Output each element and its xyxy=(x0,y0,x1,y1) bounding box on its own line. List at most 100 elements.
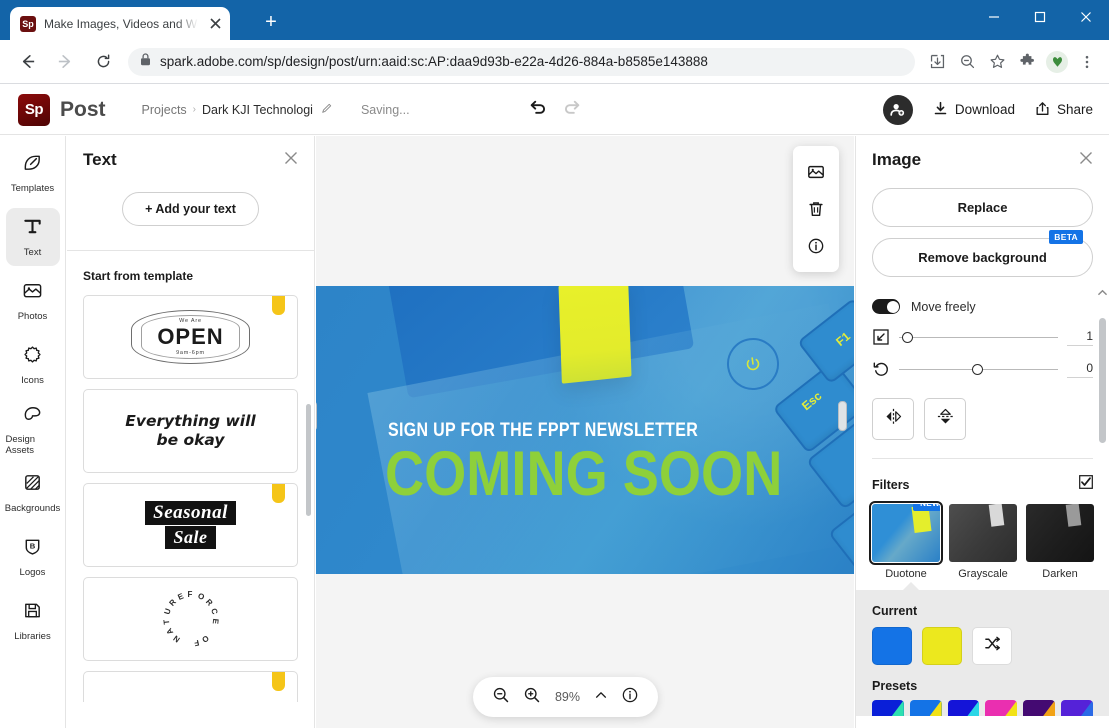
address-bar[interactable]: spark.adobe.com/sp/design/post/urn:aaid:… xyxy=(128,47,915,76)
rotation-slider-value[interactable]: 0 xyxy=(1067,361,1093,378)
window-controls xyxy=(971,0,1109,33)
sidebar-item-libraries[interactable]: Libraries xyxy=(6,592,60,650)
list-item[interactable]: We Are OPEN 9am-6pm xyxy=(83,295,298,379)
flip-vertical-button[interactable] xyxy=(924,398,966,440)
browser-toolbar-actions xyxy=(923,48,1101,76)
template-circle-char: O xyxy=(199,633,210,645)
tab-close-icon[interactable] xyxy=(206,15,224,33)
duotone-preset[interactable] xyxy=(1023,700,1056,716)
close-icon[interactable] xyxy=(1079,151,1093,169)
text-panel-header: Text xyxy=(67,136,314,170)
duotone-highlight-swatch[interactable] xyxy=(922,627,962,665)
list-item[interactable]: FORCEOFNATURE xyxy=(83,577,298,661)
design-subheadline[interactable]: COMING SOON xyxy=(385,443,782,506)
list-item[interactable]: made with all xyxy=(83,671,298,702)
filter-darken[interactable]: Darken xyxy=(1026,504,1094,580)
rotation-slider-knob[interactable] xyxy=(972,364,984,375)
filters-list: NEW Duotone Grayscale Darken xyxy=(868,500,1094,580)
flip-horizontal-button[interactable] xyxy=(872,398,914,440)
breadcrumb-current-project[interactable]: Dark KJI Technologi xyxy=(202,103,313,117)
checkbox-checked-icon[interactable] xyxy=(1079,475,1093,494)
window-close-button[interactable] xyxy=(1063,0,1109,33)
sidebar-item-backgrounds[interactable]: Backgrounds xyxy=(5,464,60,522)
template-circle-char: F xyxy=(187,590,193,599)
duotone-shadow-swatch[interactable] xyxy=(872,627,912,665)
share-button[interactable]: Share xyxy=(1035,101,1093,119)
close-icon[interactable] xyxy=(284,151,298,169)
premium-badge-icon xyxy=(272,296,285,315)
zoom-out-page-icon[interactable] xyxy=(953,48,981,76)
reload-icon[interactable] xyxy=(88,47,118,77)
template-circle-char: O xyxy=(195,591,206,603)
browser-tab[interactable]: Sp Make Images, Videos and Web S xyxy=(10,7,230,40)
scroll-up-arrow-icon[interactable] xyxy=(1098,288,1107,299)
window-maximize-button[interactable] xyxy=(1017,0,1063,33)
selection-handle-right[interactable] xyxy=(838,401,847,431)
filters-header: Filters xyxy=(872,459,1093,504)
extensions-puzzle-icon[interactable] xyxy=(1013,48,1041,76)
zoom-out-icon[interactable] xyxy=(492,686,510,709)
new-tab-button[interactable]: + xyxy=(258,9,284,35)
duotone-preset[interactable] xyxy=(947,700,980,716)
install-icon[interactable] xyxy=(923,48,951,76)
filter-duotone[interactable]: NEW Duotone xyxy=(868,500,944,580)
zoom-in-icon[interactable] xyxy=(523,686,541,709)
rotate-icon xyxy=(872,360,890,378)
zoom-level-value[interactable]: 89% xyxy=(555,690,580,704)
redo-icon[interactable] xyxy=(562,97,582,122)
info-icon[interactable] xyxy=(621,686,639,709)
profile-avatar-icon[interactable] xyxy=(1046,50,1068,73)
back-arrow-icon[interactable] xyxy=(12,47,42,77)
text-panel-scrollbar[interactable] xyxy=(306,404,311,516)
move-freely-toggle[interactable] xyxy=(872,299,900,314)
chevron-up-icon[interactable] xyxy=(594,688,608,707)
sidebar-label-photos: Photos xyxy=(17,311,48,322)
pencil-icon[interactable] xyxy=(321,102,333,117)
trash-icon[interactable] xyxy=(801,194,831,224)
artboard[interactable]: Esc F1 SIGN UP FOR THE FPPT NEWSLETTER C… xyxy=(316,286,854,574)
tab-strip: Sp Make Images, Videos and Web S xyxy=(0,0,230,40)
duotone-preset[interactable] xyxy=(909,700,942,716)
forward-arrow-icon[interactable] xyxy=(50,47,80,77)
rotation-slider-track[interactable] xyxy=(899,361,1058,377)
window-minimize-button[interactable] xyxy=(971,0,1017,33)
sidebar-item-design-assets[interactable]: Design Assets xyxy=(6,400,60,458)
add-your-text-button[interactable]: + Add your text xyxy=(122,192,259,226)
duotone-preset[interactable] xyxy=(985,700,1018,716)
sidebar-item-photos[interactable]: Photos xyxy=(6,272,60,330)
add-person-icon[interactable] xyxy=(882,94,913,125)
list-item[interactable]: Seasonal Sale xyxy=(83,483,298,567)
list-item[interactable]: Everything will be okay xyxy=(83,389,298,473)
breadcrumb-projects-link[interactable]: Projects xyxy=(142,103,187,117)
undo-icon[interactable] xyxy=(528,97,548,122)
scale-slider-knob[interactable] xyxy=(902,332,914,343)
sidebar-item-icons[interactable]: Icons xyxy=(6,336,60,394)
canvas-area[interactable]: Esc F1 SIGN UP FOR THE FPPT NEWSLETTER C… xyxy=(316,136,854,728)
duotone-swap-button[interactable] xyxy=(972,627,1012,665)
new-badge: NEW xyxy=(913,504,940,511)
image-panel-scrollbar[interactable] xyxy=(1099,318,1106,443)
sidebar-item-text[interactable]: Text xyxy=(5,208,60,266)
kebab-menu-icon[interactable] xyxy=(1073,48,1101,76)
duotone-preset[interactable] xyxy=(1061,700,1093,716)
download-button[interactable]: Download xyxy=(933,101,1015,119)
sidebar-label-icons: Icons xyxy=(21,375,44,386)
scale-slider-track[interactable] xyxy=(899,329,1058,345)
sidebar-item-logos[interactable]: B Logos xyxy=(6,528,60,586)
image-icon[interactable] xyxy=(801,157,831,187)
template-circle-char: F xyxy=(192,637,200,648)
replace-button[interactable]: Replace xyxy=(872,188,1093,227)
bookmark-star-icon[interactable] xyxy=(983,48,1011,76)
current-colors-label: Current xyxy=(872,604,918,618)
filter-grayscale[interactable]: Grayscale xyxy=(949,504,1017,580)
duotone-presets-row[interactable] xyxy=(872,700,1093,716)
flip-buttons-row xyxy=(872,398,1093,440)
text-template-list[interactable]: Start from template We Are OPEN 9am-6pm … xyxy=(67,251,314,702)
selection-handle-left[interactable] xyxy=(316,401,317,431)
scale-slider-value[interactable]: 1 xyxy=(1067,329,1093,346)
info-icon[interactable] xyxy=(801,231,831,261)
template-circle-char: U xyxy=(161,607,173,616)
sidebar-item-templates[interactable]: Templates xyxy=(6,144,60,202)
duotone-preset[interactable] xyxy=(872,700,904,716)
design-assets-icon xyxy=(22,403,43,429)
